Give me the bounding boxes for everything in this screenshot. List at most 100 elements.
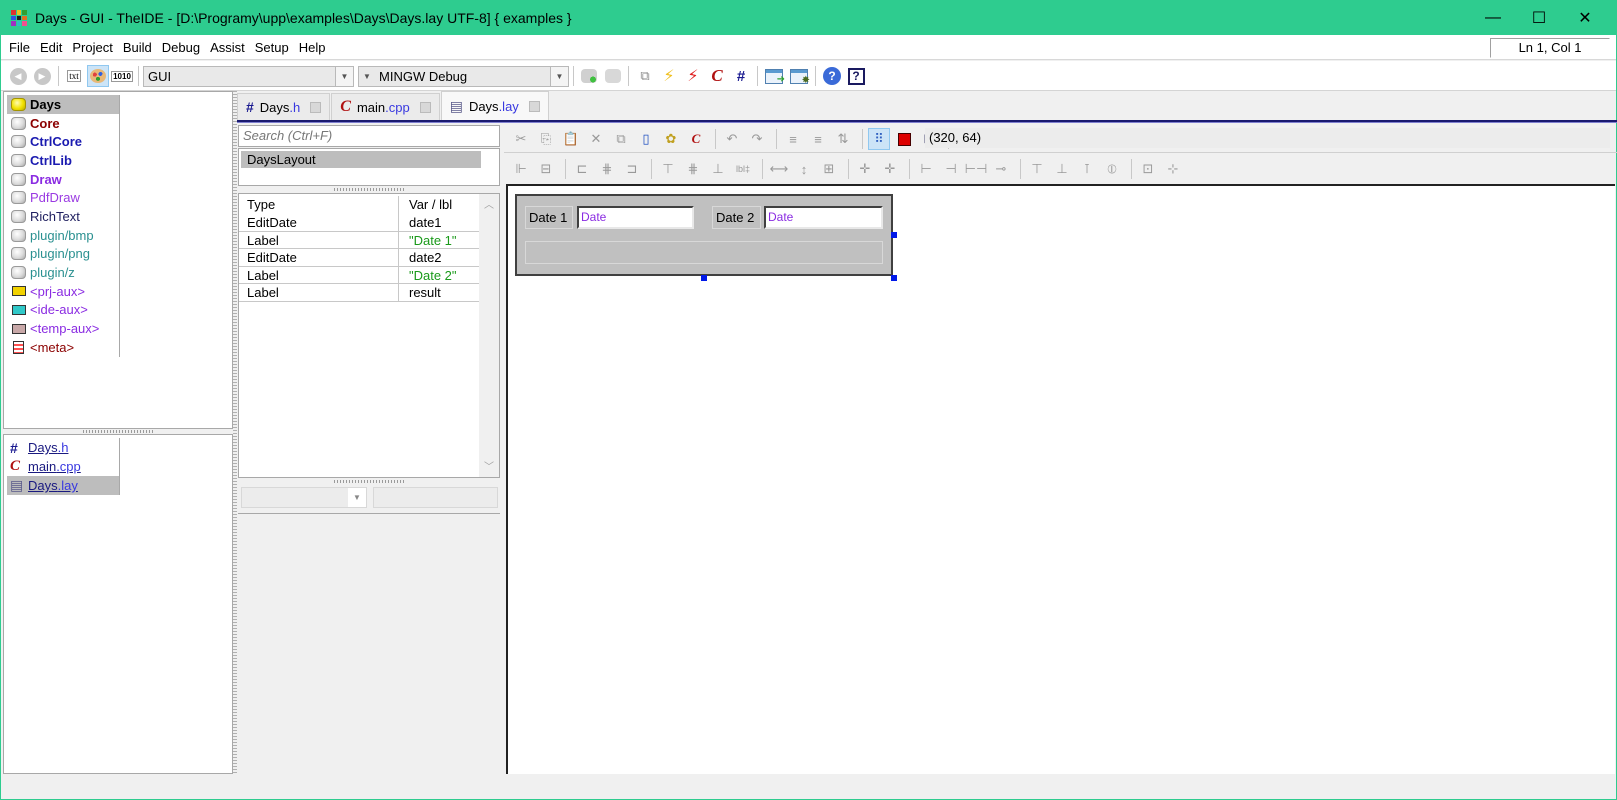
package-item[interactable]: PdfDraw: [7, 188, 119, 207]
anchor-default-icon[interactable]: ⊡: [1137, 158, 1159, 180]
document-icon[interactable]: ▯: [635, 128, 657, 150]
align-label-icon[interactable]: lbl‡: [732, 158, 754, 180]
package-item[interactable]: plugin/bmp: [7, 226, 119, 245]
chevron-down-icon[interactable]: ▼: [550, 67, 568, 86]
sort-icon[interactable]: ⇅: [832, 128, 854, 150]
anchor-vcenter-icon[interactable]: ⦶: [1101, 158, 1123, 180]
center-horizontal-icon[interactable]: ⊩: [510, 158, 532, 180]
resize-handle-bottom[interactable]: [701, 275, 707, 281]
tab-close-icon[interactable]: [419, 101, 431, 113]
menu-project[interactable]: Project: [68, 40, 116, 55]
package-item[interactable]: <meta>: [7, 338, 119, 357]
left-splitter[interactable]: [233, 91, 237, 774]
build-button[interactable]: [578, 65, 600, 87]
move-down-icon[interactable]: ≡: [807, 128, 829, 150]
align-right-icon[interactable]: ⊐: [621, 158, 643, 180]
delete-icon[interactable]: ✕: [585, 128, 607, 150]
property-edit[interactable]: [373, 487, 498, 508]
package-item[interactable]: plugin/png: [7, 245, 119, 264]
paste-icon[interactable]: 📋: [560, 128, 582, 150]
column-header-type[interactable]: Type: [239, 196, 399, 214]
file-item[interactable]: Cmain.cpp: [7, 457, 119, 476]
align-left-icon[interactable]: ⊏: [571, 158, 593, 180]
layout-search-input[interactable]: Search (Ctrl+F): [238, 125, 500, 147]
editor-tab[interactable]: Cmain .cpp: [331, 93, 440, 120]
item-row[interactable]: Label result: [239, 284, 480, 302]
align-vcenter-icon[interactable]: ⋕: [682, 158, 704, 180]
close-button[interactable]: ✕: [1562, 1, 1608, 35]
clean-button[interactable]: [602, 65, 624, 87]
package-item[interactable]: plugin/z: [7, 263, 119, 282]
label-result[interactable]: [525, 241, 883, 264]
anchor-center-icon[interactable]: ⊹: [1162, 158, 1184, 180]
anchor-bottom-icon[interactable]: ⊥: [1051, 158, 1073, 180]
undo-icon[interactable]: ↶: [721, 128, 743, 150]
duplicate-icon[interactable]: ⧉: [610, 128, 632, 150]
column-header-var[interactable]: Var / lbl: [399, 196, 480, 214]
align-top-icon[interactable]: ⊤: [657, 158, 679, 180]
center-vertical-icon[interactable]: ⊟: [535, 158, 557, 180]
package-item[interactable]: <ide-aux>: [7, 301, 119, 320]
align-hcenter-icon[interactable]: ⋕: [596, 158, 618, 180]
resize-handle-corner[interactable]: [891, 275, 897, 281]
resize-handle-right[interactable]: [891, 232, 897, 238]
vcenter-cross-icon[interactable]: ✛: [879, 158, 901, 180]
package-item[interactable]: <temp-aux>: [7, 319, 119, 338]
layout-form[interactable]: Date 1 Date Date 2 Date: [515, 194, 893, 276]
anchor-hsize-icon[interactable]: ⊢⊣: [965, 158, 988, 180]
package-item[interactable]: CtrlLib: [7, 151, 119, 170]
anchor-right-icon[interactable]: ⊣: [940, 158, 962, 180]
topic-help-button[interactable]: ?: [845, 65, 867, 87]
package-item[interactable]: Core: [7, 114, 119, 133]
layout-items-splitter[interactable]: [238, 187, 500, 192]
forward-button[interactable]: ▶: [31, 65, 53, 87]
designer-mode-button[interactable]: [87, 65, 109, 87]
chevron-down-icon[interactable]: ▼: [335, 67, 353, 86]
preprocess-button[interactable]: C: [706, 65, 728, 87]
package-item[interactable]: <prj-aux>: [7, 282, 119, 301]
anchor-left-icon[interactable]: ⊢: [915, 158, 937, 180]
tab-close-icon[interactable]: [528, 100, 540, 112]
editdate-date1[interactable]: Date: [577, 206, 694, 229]
anchor-top-icon[interactable]: ⊤: [1026, 158, 1048, 180]
package-item[interactable]: RichText: [7, 207, 119, 226]
same-size-icon[interactable]: ⊞: [818, 158, 840, 180]
copy-icon[interactable]: ⎘: [535, 128, 557, 150]
redo-icon[interactable]: ↷: [746, 128, 768, 150]
label-date2[interactable]: Date 2: [712, 206, 761, 229]
chevron-down-icon[interactable]: ▼: [363, 67, 371, 86]
menu-assist[interactable]: Assist: [206, 40, 249, 55]
scroll-up-icon[interactable]: ︿: [479, 196, 499, 213]
header-button[interactable]: #: [730, 65, 752, 87]
cpp-icon[interactable]: C: [685, 128, 707, 150]
run-button[interactable]: ➜: [763, 65, 785, 87]
back-button[interactable]: ◀: [7, 65, 29, 87]
minimize-button[interactable]: —: [1470, 1, 1516, 35]
same-height-icon[interactable]: ↕: [793, 158, 815, 180]
item-row[interactable]: EditDate date2: [239, 249, 480, 267]
label-date1[interactable]: Date 1: [525, 206, 573, 229]
editor-tab[interactable]: # Days .h: [237, 93, 331, 120]
main-config-select[interactable]: GUI ▼: [143, 66, 354, 87]
menu-help[interactable]: Help: [295, 40, 330, 55]
package-item[interactable]: CtrlCore: [7, 132, 119, 151]
item-row[interactable]: EditDate date1: [239, 214, 480, 232]
cut-icon[interactable]: ✂: [510, 128, 532, 150]
menu-debug[interactable]: Debug: [158, 40, 204, 55]
anchor-hcenter-icon[interactable]: ⊸: [990, 158, 1012, 180]
items-property-splitter[interactable]: [238, 479, 500, 484]
compile-file-button[interactable]: ⚡: [682, 65, 704, 87]
menu-build[interactable]: Build: [119, 40, 156, 55]
debug-button[interactable]: ✸: [788, 65, 810, 87]
compile-button[interactable]: ⚡: [658, 65, 680, 87]
file-item[interactable]: # Days.h: [7, 438, 119, 457]
help-button[interactable]: ?: [821, 65, 843, 87]
package-item[interactable]: Days: [7, 95, 119, 114]
move-up-icon[interactable]: ≡: [782, 128, 804, 150]
item-row[interactable]: Label "Date 2": [239, 266, 480, 284]
menu-setup[interactable]: Setup: [251, 40, 293, 55]
anchor-vsize-icon[interactable]: ⊺: [1076, 158, 1098, 180]
matrix-paste-icon[interactable]: ✿: [660, 128, 682, 150]
file-item[interactable]: ▤ Days.lay: [7, 476, 119, 495]
hcenter-cross-icon[interactable]: ✛: [854, 158, 876, 180]
